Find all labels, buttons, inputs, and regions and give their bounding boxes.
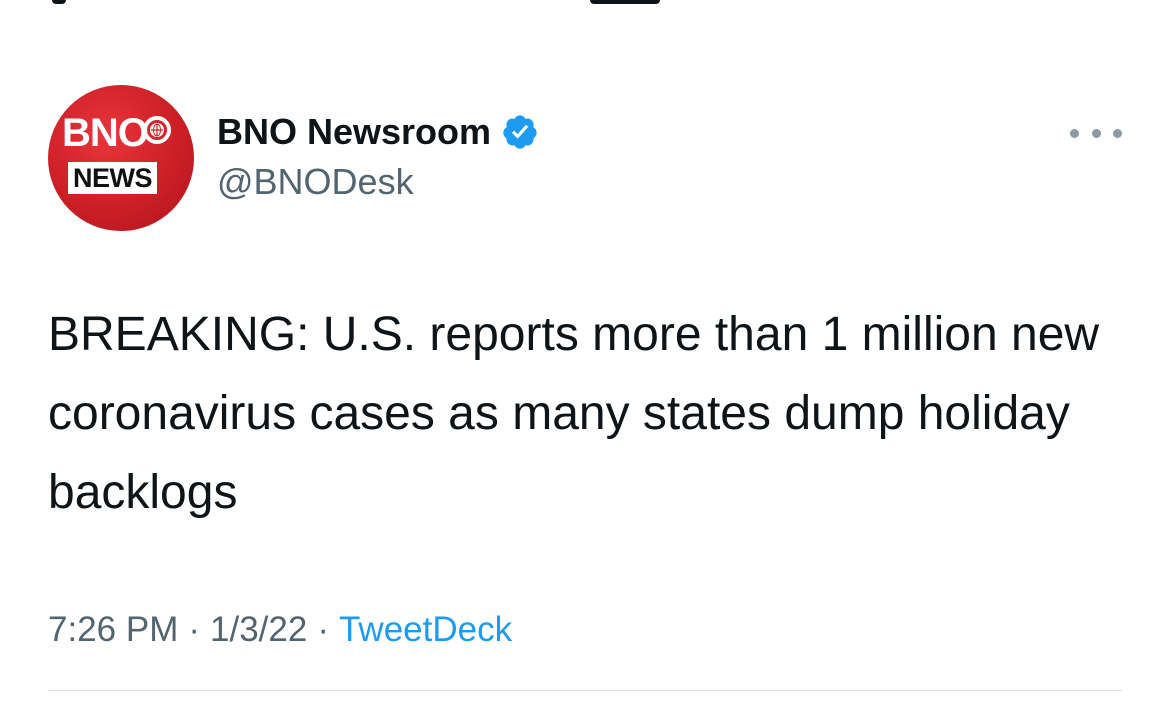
tweet-meta: 7:26 PM · 1/3/22 · TweetDeck — [48, 608, 512, 652]
divider — [48, 690, 1122, 691]
display-name[interactable]: BNO Newsroom — [217, 114, 491, 150]
more-dot — [1070, 128, 1079, 138]
meta-separator: · — [317, 610, 329, 649]
previous-content-clip — [0, 0, 1170, 12]
meta-separator: · — [188, 610, 201, 649]
tweet-source-link[interactable]: TweetDeck — [339, 610, 512, 649]
more-dot — [1091, 128, 1101, 138]
clipped-glyph — [52, 0, 66, 4]
globe-icon — [143, 116, 171, 144]
clipped-glyph — [590, 0, 660, 4]
tweet-date[interactable]: 1/3/22 — [210, 610, 307, 649]
verified-badge-icon — [503, 115, 537, 149]
more-dot — [1113, 128, 1122, 138]
avatar[interactable]: BNO NEWS — [48, 85, 194, 231]
more-options-icon[interactable] — [1070, 118, 1122, 148]
user-handle[interactable]: @BNODesk — [217, 162, 414, 202]
author-name-row: BNO Newsroom — [217, 110, 539, 154]
tweet-text: BREAKING: U.S. reports more than 1 milli… — [48, 308, 1100, 519]
avatar-logo-news: NEWS — [68, 162, 157, 194]
avatar-logo-bno: BNO — [62, 111, 149, 155]
tweet-time[interactable]: 7:26 PM — [48, 610, 178, 649]
